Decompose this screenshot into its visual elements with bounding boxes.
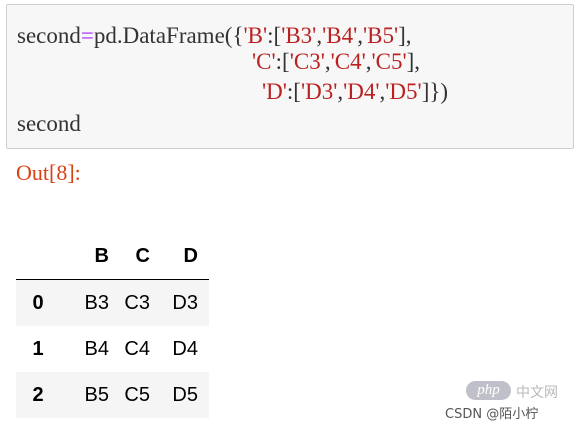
index-header: [16, 233, 60, 280]
row-index: 2: [32, 383, 44, 406]
column-header: D: [150, 233, 209, 280]
table-cell: B4: [84, 337, 109, 360]
table-header-row: B C D: [16, 233, 209, 280]
site-name-watermark: 中文网: [516, 385, 558, 401]
author-watermark: CSDN @陌小柠: [445, 407, 539, 422]
table-row: 1 B4 C4 D4: [16, 326, 209, 372]
table-cell: B5: [84, 383, 109, 406]
table-cell: D5: [172, 383, 198, 406]
code-cell[interactable]: second=pd.DataFrame({'B':['B3','B4','B5'…: [6, 4, 574, 149]
table-cell: C4: [124, 337, 150, 360]
column-header: B: [60, 233, 109, 280]
table-cell: D3: [172, 291, 198, 314]
table-row: 0 B3 C3 D3: [16, 279, 209, 326]
code-line: 'D':['D3','D4','D5']}): [262, 79, 449, 104]
php-logo-watermark: php: [466, 381, 511, 400]
table-cell: D4: [172, 337, 198, 360]
code-line: second: [17, 111, 81, 136]
output-prompt: Out[8]:: [16, 160, 81, 185]
table-cell: C5: [124, 383, 150, 406]
table-cell: B3: [84, 291, 109, 314]
table-cell: C3: [124, 291, 150, 314]
table-row: 2 B5 C5 D5: [16, 372, 209, 418]
code-line: 'C':['C3','C4','C5'],: [252, 49, 421, 74]
column-header: C: [109, 233, 150, 280]
row-index: 0: [32, 291, 44, 314]
row-index: 1: [32, 337, 44, 360]
dataframe-table: B C D 0 B3 C3 D3 1 B4 C4 D4 2 B5 C5 D5: [16, 233, 209, 418]
code-line: second=pd.DataFrame({'B':['B3','B4','B5'…: [17, 23, 412, 48]
